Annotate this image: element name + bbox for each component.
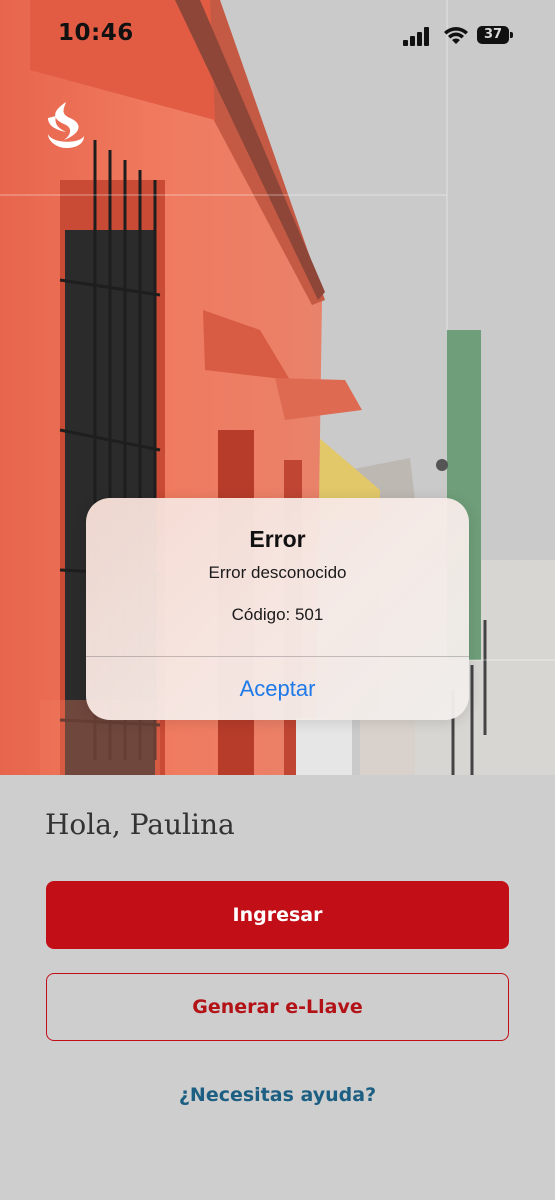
santander-flame-logo xyxy=(48,102,84,148)
login-button[interactable]: Ingresar xyxy=(46,881,509,949)
error-dialog: Error Error desconocido Código: 501 Acep… xyxy=(86,498,469,720)
status-time: 10:46 xyxy=(58,20,134,46)
dialog-title: Error xyxy=(249,526,306,552)
generate-ekey-button[interactable]: Generar e-Llave xyxy=(46,973,509,1041)
cellular-signal-icon xyxy=(403,26,431,46)
battery-icon: 37 xyxy=(477,26,513,44)
dialog-error-code: Código: 501 xyxy=(231,605,324,624)
dialog-message: Error desconocido xyxy=(208,563,347,582)
accept-button[interactable]: Aceptar xyxy=(86,657,469,720)
help-link[interactable]: ¿Necesitas ayuda? xyxy=(0,1084,555,1106)
wifi-icon xyxy=(444,27,468,44)
greeting-text: Hola, Paulina xyxy=(45,808,235,841)
